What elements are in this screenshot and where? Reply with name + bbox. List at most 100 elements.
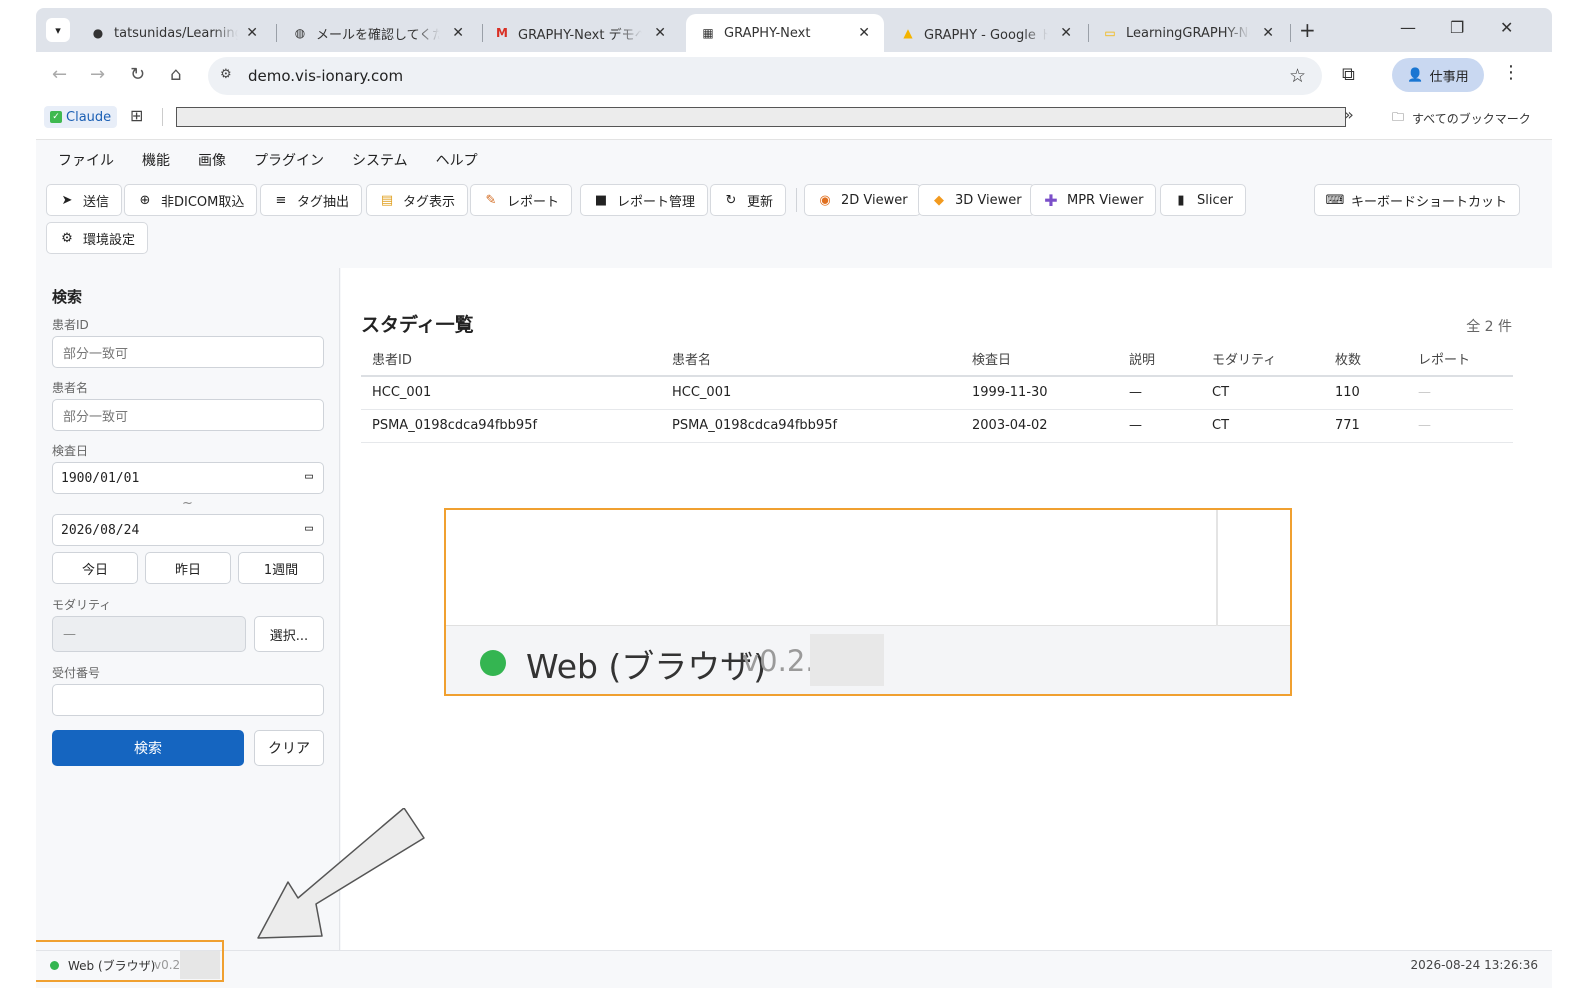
modality-select-button[interactable]: 選択... xyxy=(254,616,324,652)
menu-plugin[interactable]: プラグイン xyxy=(254,150,324,170)
cell-patient-name: HCC_001 xyxy=(661,376,961,410)
table-header-row: 患者ID 患者名 検査日 説明 モダリティ 枚数 レポート xyxy=(361,342,1513,377)
tag-extract-button[interactable]: ≡ タグ抽出 xyxy=(260,184,363,216)
modality-label: モダリティ xyxy=(52,598,112,612)
settings-button[interactable]: ⚙ 環境設定 xyxy=(46,222,149,254)
cell-modality: CT xyxy=(1201,376,1324,410)
menu-help[interactable]: ヘルプ xyxy=(436,150,478,170)
keyboard-shortcuts-button[interactable]: ⌨ キーボードショートカット xyxy=(1314,184,1521,216)
close-icon[interactable]: ✕ xyxy=(1060,25,1072,41)
metadata-icon: ▤ xyxy=(380,192,394,208)
tab-github[interactable]: ● tatsunidas/LearningGRAPHY ✕ xyxy=(76,14,272,52)
close-icon[interactable]: ✕ xyxy=(246,25,258,41)
site-settings-icon[interactable]: ⚙ xyxy=(220,67,232,82)
tab-gmail[interactable]: M GRAPHY-Next デモへの ✕ xyxy=(480,14,680,52)
menu-function[interactable]: 機能 xyxy=(142,150,170,170)
home-icon[interactable]: ⌂ xyxy=(170,64,181,85)
table-row[interactable]: PSMA_0198cdca94fbb95f PSMA_0198cdca94fbb… xyxy=(361,409,1513,443)
apps-grid-icon[interactable]: ⊞ xyxy=(130,106,143,125)
keyboard-icon: ⌨ xyxy=(1325,192,1345,208)
modality-field: — xyxy=(52,616,246,652)
report-manage-button[interactable]: ■ レポート管理 xyxy=(580,184,709,216)
tab-graphy-next[interactable]: ▦ GRAPHY-Next ✕ xyxy=(686,14,884,52)
column-modality[interactable]: モダリティ xyxy=(1201,342,1324,377)
bookmark-star-icon[interactable]: ☆ xyxy=(1289,65,1306,87)
cell-patient-id: PSMA_0198cdca94fbb95f xyxy=(361,409,661,443)
calendar-icon[interactable]: ▭ xyxy=(305,521,313,536)
date-to-input[interactable]: 2026/08/24 ▭ xyxy=(52,514,324,546)
globe-icon: ◍ xyxy=(294,26,306,40)
close-icon[interactable]: ✕ xyxy=(1262,25,1274,41)
calendar-icon[interactable]: ▭ xyxy=(305,469,313,484)
menu-image[interactable]: 画像 xyxy=(198,150,226,170)
refresh-icon: ↻ xyxy=(725,192,737,208)
viewer-3d-button[interactable]: ◆ 3D Viewer xyxy=(918,184,1035,216)
column-report[interactable]: レポート xyxy=(1407,342,1513,377)
accession-input[interactable] xyxy=(52,684,324,716)
cell-description: — xyxy=(1118,409,1201,443)
callout-version: v0.2. xyxy=(742,644,815,678)
clear-button[interactable]: クリア xyxy=(254,730,324,766)
all-bookmarks[interactable]: 🗀 すべてのブックマーク xyxy=(1392,108,1531,129)
viewer-2d-icon: ◉ xyxy=(819,192,831,208)
zoom-callout: Web (ブラウザ) v0.2. xyxy=(444,508,1292,696)
cell-description: — xyxy=(1118,376,1201,410)
column-patient-id[interactable]: 患者ID xyxy=(361,342,661,377)
app-menubar: ファイル 機能 画像 プラグイン システム ヘルプ xyxy=(36,140,1552,180)
back-icon[interactable]: ← xyxy=(52,64,67,85)
column-patient-name[interactable]: 患者名 xyxy=(661,342,961,377)
address-bar[interactable]: ⚙ demo.vis-ionary.com ☆ xyxy=(208,57,1322,95)
bookmark-claude[interactable]: ✓ Claude xyxy=(44,106,118,128)
new-tab-button[interactable]: + xyxy=(1299,18,1316,42)
tab-slides[interactable]: ▭ LearningGRAPHY-Next ✕ xyxy=(1088,14,1288,52)
forward-icon[interactable]: → xyxy=(90,64,105,85)
send-icon: ➤ xyxy=(61,192,73,208)
table-row[interactable]: HCC_001 HCC_001 1999-11-30 — CT 110 — xyxy=(361,376,1513,410)
bookmarks-bar: ✓ Claude ⊞ » 🗀 すべてのブックマーク xyxy=(36,100,1552,140)
close-window-button[interactable]: ✕ xyxy=(1500,18,1513,37)
cell-report: — xyxy=(1407,409,1513,443)
one-week-button[interactable]: 1週間 xyxy=(238,552,324,584)
yesterday-button[interactable]: 昨日 xyxy=(145,552,231,584)
viewer-2d-button[interactable]: ◉ 2D Viewer xyxy=(804,184,921,216)
non-dicom-import-button[interactable]: ⊕ 非DICOM取込 xyxy=(124,184,258,216)
close-icon[interactable]: ✕ xyxy=(654,25,666,41)
date-from-input[interactable]: 1900/01/01 ▭ xyxy=(52,462,324,494)
reload-icon[interactable]: ↻ xyxy=(130,64,145,85)
column-description[interactable]: 説明 xyxy=(1118,342,1201,377)
today-button[interactable]: 今日 xyxy=(52,552,138,584)
cell-image-count: 771 xyxy=(1324,409,1407,443)
profile-button[interactable]: 👤 仕事用 xyxy=(1392,58,1484,92)
report-manage-icon: ■ xyxy=(594,192,608,208)
refresh-button[interactable]: ↻ 更新 xyxy=(710,184,787,216)
restore-button[interactable]: ❐ xyxy=(1450,18,1464,37)
search-button[interactable]: 検索 xyxy=(52,730,244,766)
menu-file[interactable]: ファイル xyxy=(58,150,114,170)
patient-name-label: 患者名 xyxy=(52,381,89,395)
extensions-icon[interactable]: ⧉ xyxy=(1342,64,1355,85)
redacted-bookmarks xyxy=(176,107,1346,127)
browser-menu-icon[interactable]: ⋮ xyxy=(1502,62,1520,83)
more-bookmarks-icon[interactable]: » xyxy=(1344,105,1354,124)
column-image-count[interactable]: 枚数 xyxy=(1324,342,1407,377)
tab-google-drive[interactable]: ▲ GRAPHY - Google ドライブ ✕ xyxy=(886,14,1086,52)
menu-system[interactable]: システム xyxy=(352,150,408,170)
report-edit-icon: ✎ xyxy=(485,192,497,208)
send-button[interactable]: ➤ 送信 xyxy=(46,184,123,216)
column-exam-date[interactable]: 検査日 xyxy=(961,342,1118,377)
study-table: 患者ID 患者名 検査日 説明 モダリティ 枚数 レポート HCC_001 HC… xyxy=(361,342,1513,443)
cube-icon: ◆ xyxy=(934,192,944,208)
url-text[interactable]: demo.vis-ionary.com xyxy=(248,67,403,85)
close-icon[interactable]: ✕ xyxy=(452,25,464,41)
viewer-mpr-button[interactable]: ✚ MPR Viewer xyxy=(1030,184,1157,216)
tab-search-button[interactable]: ▾ xyxy=(46,18,70,42)
slicer-button[interactable]: ▮ Slicer xyxy=(1160,184,1246,216)
close-icon[interactable]: ✕ xyxy=(858,25,870,41)
report-button[interactable]: ✎ レポート xyxy=(470,184,573,216)
patient-name-input[interactable]: 部分一致可 xyxy=(52,399,324,431)
patient-id-input[interactable]: 部分一致可 xyxy=(52,336,324,368)
graphy-icon: ▦ xyxy=(702,26,714,40)
tag-display-button[interactable]: ▤ タグ表示 xyxy=(366,184,469,216)
minimize-button[interactable]: — xyxy=(1400,18,1416,37)
tab-mail-confirm[interactable]: ◍ メールを確認してください ✕ xyxy=(278,14,478,52)
